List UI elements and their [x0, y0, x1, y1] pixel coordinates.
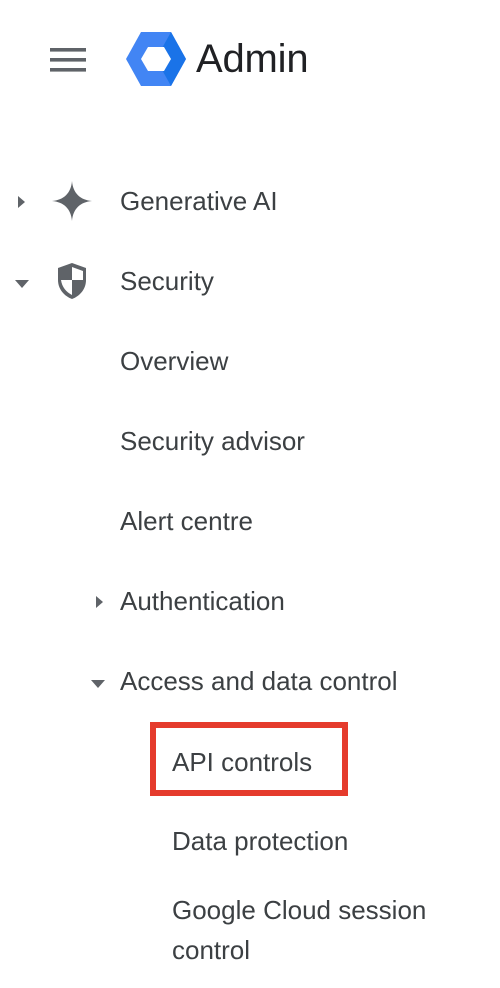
nav-label-security-advisor: Security advisor [120, 426, 305, 456]
caret-down-icon[interactable] [14, 276, 30, 292]
caret-down-icon[interactable] [90, 676, 106, 692]
nav-item-access-and-data-control[interactable]: Access and data control [0, 652, 500, 712]
nav-item-overview[interactable]: Overview [0, 332, 500, 392]
nav-item-data-protection[interactable]: Data protection [0, 812, 500, 872]
nav-label-alert-centre: Alert centre [120, 506, 253, 536]
nav-item-security-advisor[interactable]: Security advisor [0, 412, 500, 472]
nav-label-api-controls: API controls [172, 747, 313, 777]
nav-item-authentication[interactable]: Authentication [0, 572, 500, 632]
hamburger-menu-icon [50, 48, 86, 72]
nav-item-security[interactable]: Security [0, 252, 500, 312]
nav-label-overview: Overview [120, 346, 229, 376]
nav-item-alert-centre[interactable]: Alert centre [0, 492, 500, 552]
nav-label-data-protection: Data protection [172, 826, 349, 856]
nav-item-google-cloud-session-control[interactable]: Google Cloud session control [0, 888, 500, 978]
admin-hexagon-logo-icon[interactable] [125, 30, 187, 88]
nav-label-access-and-data-control: Access and data control [120, 666, 398, 696]
nav-label-google-cloud-session-control: Google Cloud session control [172, 895, 427, 965]
nav-item-generative-ai[interactable]: Generative AI [0, 172, 500, 232]
sparkle-icon [52, 181, 92, 221]
caret-right-icon[interactable] [14, 194, 30, 210]
app-title: Admin [196, 37, 309, 81]
nav-label-generative-ai: Generative AI [120, 186, 278, 216]
admin-sidebar-page: Admin Generative AI Security Overview Se… [0, 0, 500, 988]
nav-label-security: Security [120, 266, 214, 296]
caret-right-icon[interactable] [92, 594, 108, 610]
main-menu-button[interactable] [44, 40, 94, 80]
nav-label-authentication: Authentication [120, 586, 285, 616]
shield-icon [58, 263, 86, 299]
nav-item-api-controls[interactable]: API controls [150, 722, 348, 796]
app-header: Admin [0, 0, 500, 120]
